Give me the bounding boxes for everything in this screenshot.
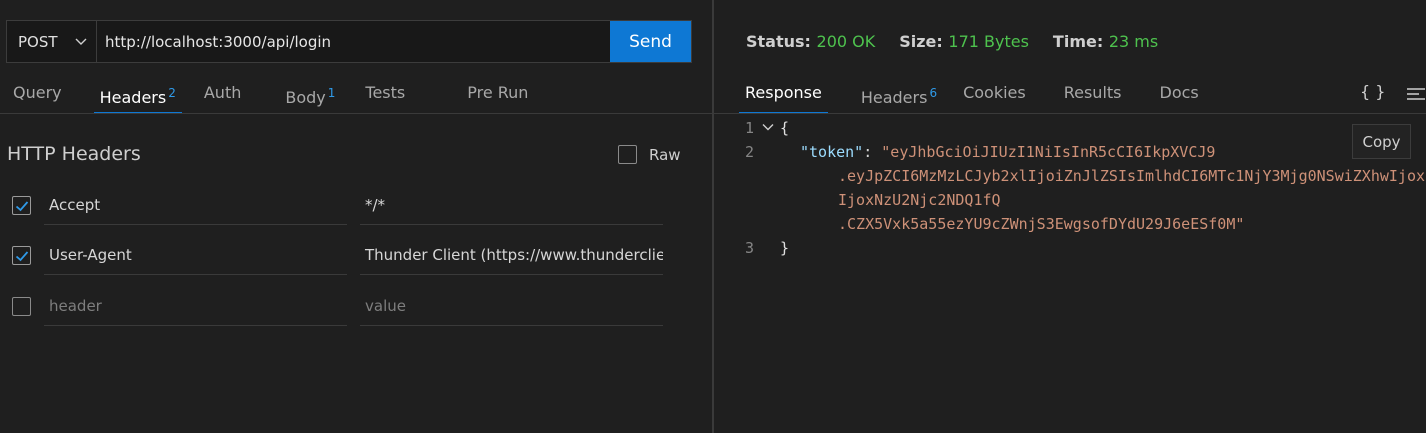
raw-checkbox[interactable]: [618, 145, 637, 164]
header-row: Accept */*: [12, 185, 664, 225]
tab-label: Cookies: [963, 83, 1026, 102]
method-label: POST: [18, 32, 58, 51]
braces-format-icon[interactable]: { }: [1360, 82, 1385, 101]
json-string-value: .eyJpZCI6MzMzLCJyb2xlIjoiZnJlZSIsImlhdCI…: [838, 167, 1426, 185]
header-enabled-checkbox[interactable]: [12, 297, 31, 316]
menu-lines-icon[interactable]: [1406, 86, 1426, 102]
tab-count-badge: 6: [929, 86, 938, 100]
tab-results[interactable]: Results: [1058, 80, 1128, 114]
tab-auth[interactable]: Auth: [198, 80, 248, 114]
size-label: Size:: [899, 32, 943, 51]
tab-label: Query: [13, 83, 62, 102]
raw-toggle[interactable]: Raw: [618, 145, 681, 164]
copy-button[interactable]: Copy: [1352, 124, 1411, 159]
json-open-brace: {: [780, 119, 790, 137]
tab-label: Headers: [860, 88, 928, 107]
header-row: User-Agent Thunder Client (https://www.t…: [12, 235, 664, 275]
url-bar: POST Send: [6, 20, 692, 63]
tab-pre-run[interactable]: Pre Run: [461, 80, 534, 114]
header-key-field[interactable]: User-Agent: [44, 235, 347, 275]
status-label: Status:: [746, 32, 811, 51]
json-key-line: "token": "eyJhbGciOiJIUzI1NiIsInR5cCI6Ik…: [800, 140, 1215, 164]
tab-label: Headers: [99, 88, 167, 107]
new-header-value-input[interactable]: value: [360, 286, 663, 326]
response-tabs: Response Headers 6 Cookies Results Docs: [739, 80, 1205, 114]
time-label: Time:: [1052, 32, 1104, 51]
raw-label: Raw: [649, 145, 681, 164]
tabs-divider: [0, 113, 712, 114]
time-field: Time: 23 ms: [1053, 32, 1158, 51]
size-value: 171 Bytes: [948, 32, 1029, 51]
response-pane: Status: 200 OK Size: 171 Bytes Time: 23 …: [714, 0, 1426, 433]
checkmark-icon: [15, 250, 28, 261]
header-enabled-checkbox[interactable]: [12, 246, 31, 265]
json-close-brace: }: [780, 239, 790, 257]
line-number: 3: [744, 239, 754, 257]
header-value-field[interactable]: */*: [360, 185, 663, 225]
line-number: 2: [744, 143, 754, 161]
tab-cookies[interactable]: Cookies: [957, 80, 1032, 114]
method-select[interactable]: POST: [7, 21, 97, 62]
tab-docs[interactable]: Docs: [1154, 80, 1205, 114]
response-status-bar: Status: 200 OK Size: 171 Bytes Time: 23 …: [746, 32, 1158, 51]
header-value-field[interactable]: Thunder Client (https://www.thunderclien…: [360, 235, 663, 275]
chevron-down-icon: [75, 38, 87, 45]
header-key-field[interactable]: Accept: [44, 185, 347, 225]
tab-body[interactable]: Body 1: [279, 80, 341, 114]
tab-label: Body: [285, 88, 326, 107]
json-string-value: IjoxNzU2Njc2NDQ1fQ: [838, 191, 1001, 209]
tab-label: Results: [1063, 83, 1122, 102]
tab-label: Pre Run: [467, 83, 529, 102]
status-value: 200 OK: [816, 32, 876, 51]
time-value: 23 ms: [1108, 32, 1159, 51]
tab-label: Response: [745, 83, 822, 102]
line-number: 1: [744, 119, 754, 137]
tab-count-badge: 2: [168, 86, 176, 100]
json-key: "token": [800, 143, 864, 161]
fold-chevron-icon[interactable]: [761, 120, 775, 134]
request-tabs: Query Headers 2 Auth Body 1 Tests Pre Run: [7, 80, 534, 114]
new-header-row: header value: [12, 286, 664, 326]
send-button[interactable]: Send: [610, 21, 691, 62]
new-header-key-input[interactable]: header: [44, 286, 347, 326]
tab-headers[interactable]: Headers 2: [93, 80, 183, 114]
tab-label: Auth: [203, 83, 242, 102]
request-pane: POST Send Query Headers2 Auth Body1 Test…: [0, 0, 712, 433]
checkmark-icon: [15, 200, 28, 211]
tab-response-headers[interactable]: Headers 6: [855, 80, 943, 114]
header-enabled-checkbox[interactable]: [12, 196, 31, 215]
tab-label: Tests: [365, 83, 406, 102]
tab-label: Docs: [1159, 83, 1199, 102]
size-field: Size: 171 Bytes: [899, 32, 1029, 51]
json-colon: :: [863, 143, 882, 161]
tab-tests[interactable]: Tests: [359, 80, 411, 114]
section-title: HTTP Headers: [7, 143, 141, 165]
tabs-divider: [714, 113, 1426, 114]
json-string-value: "eyJhbGciOiJIUzI1NiIsInR5cCI6IkpXVCJ9: [881, 143, 1216, 161]
json-string-value: .CZX5Vxk5a55ezYU9cZWnjS3EwgsofDYdU29J6eE…: [838, 215, 1245, 233]
tab-query[interactable]: Query: [7, 80, 68, 114]
url-input[interactable]: [97, 21, 610, 62]
tab-response[interactable]: Response: [739, 80, 828, 114]
status-field: Status: 200 OK: [746, 32, 875, 51]
tab-count-badge: 1: [327, 86, 336, 100]
